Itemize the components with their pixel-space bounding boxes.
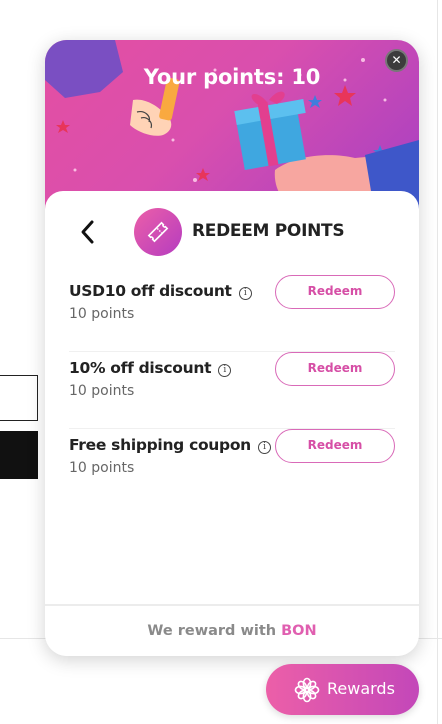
ticket-icon [147, 221, 169, 243]
info-icon[interactable]: i [257, 441, 271, 454]
info-icon[interactable]: i [218, 364, 232, 377]
flower-icon [294, 677, 320, 703]
background-outline-button[interactable] [0, 375, 38, 421]
reward-name: Free shipping coupon i [69, 436, 271, 454]
points-balance-title: Your points: 10 [143, 65, 321, 89]
page-divider-vertical [437, 0, 438, 724]
redeem-header-icon [134, 208, 182, 256]
brand-link[interactable]: BON [281, 623, 317, 639]
reward-name-text: Free shipping coupon [69, 436, 251, 454]
redeem-button[interactable]: Redeem [275, 275, 395, 309]
reward-cost: 10 points [69, 306, 135, 322]
reward-item: USD10 off discount i 10 points Redeem [69, 275, 395, 352]
reward-cost: 10 points [69, 460, 135, 476]
redeem-button[interactable]: Redeem [275, 352, 395, 386]
rewards-launcher-button[interactable]: Rewards [266, 664, 419, 715]
redeem-button[interactable]: Redeem [275, 429, 395, 463]
info-icon[interactable]: i [238, 287, 252, 300]
panel-title: REDEEM POINTS [192, 221, 345, 241]
reward-name: 10% off discount i [69, 359, 232, 377]
close-icon: ✕ [391, 53, 402, 67]
back-button[interactable] [77, 217, 99, 247]
reward-name: USD10 off discount i [69, 282, 252, 300]
background-solid-button[interactable] [0, 431, 38, 479]
rewards-popup: Your points: 10 ✕ REDEEM POINTS USD10 of… [45, 40, 419, 656]
reward-name-text: 10% off discount [69, 359, 212, 377]
reward-list: USD10 off discount i 10 points Redeem 10%… [45, 275, 419, 506]
reward-name-text: USD10 off discount [69, 282, 232, 300]
chevron-left-icon [81, 220, 94, 244]
footer-text: We reward with [147, 623, 282, 639]
reward-item: Free shipping coupon i 10 points Redeem [69, 429, 395, 506]
redeem-panel: REDEEM POINTS USD10 off discount i 10 poi… [45, 191, 419, 656]
points-banner: Your points: 10 ✕ [45, 40, 419, 215]
close-button[interactable]: ✕ [385, 49, 408, 72]
powered-by-footer: We reward with BON [45, 604, 419, 656]
reward-cost: 10 points [69, 383, 135, 399]
reward-item: 10% off discount i 10 points Redeem [69, 352, 395, 429]
launcher-label: Rewards [327, 679, 395, 698]
